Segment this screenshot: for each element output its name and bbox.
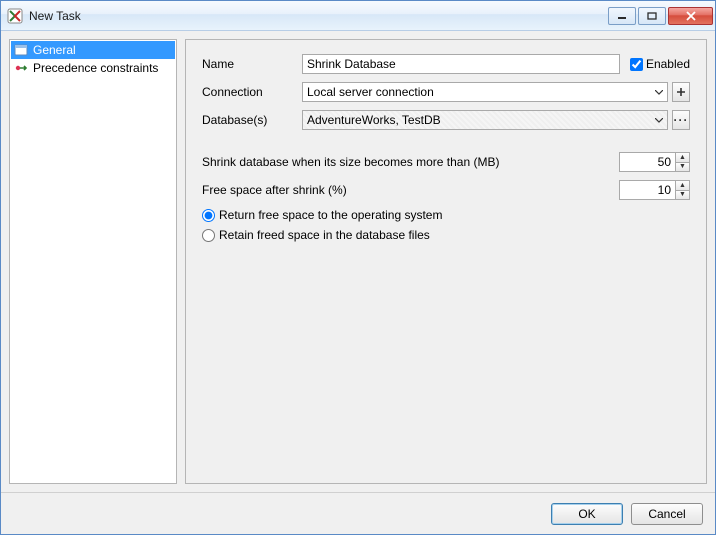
new-task-dialog: New Task General xyxy=(0,0,716,535)
sidebar-item-general[interactable]: General xyxy=(11,41,175,59)
dialog-footer: OK Cancel xyxy=(1,492,715,534)
window-controls xyxy=(608,7,713,25)
spin-up-icon[interactable]: ▲ xyxy=(676,153,689,162)
maximize-button[interactable] xyxy=(638,7,666,25)
radio-retain-free-space[interactable]: Retain freed space in the database files xyxy=(202,228,690,242)
shrink-threshold-input[interactable] xyxy=(619,152,675,172)
chevron-down-icon[interactable] xyxy=(651,111,667,129)
ok-button[interactable]: OK xyxy=(551,503,623,525)
general-panel: Name Enabled Connection Local server con… xyxy=(185,39,707,484)
databases-combo[interactable]: AdventureWorks, TestDB xyxy=(302,110,668,130)
spin-down-icon[interactable]: ▼ xyxy=(676,162,689,172)
sidebar-item-precedence[interactable]: Precedence constraints xyxy=(11,59,175,77)
spin-up-icon[interactable]: ▲ xyxy=(676,181,689,190)
minimize-button[interactable] xyxy=(608,7,636,25)
spin-down-icon[interactable]: ▼ xyxy=(676,190,689,200)
precedence-icon xyxy=(13,60,29,76)
shrink-threshold-spinbox[interactable]: ▲ ▼ xyxy=(619,152,690,172)
general-icon xyxy=(13,42,29,58)
radio-return-input[interactable] xyxy=(202,209,215,222)
name-input[interactable] xyxy=(302,54,620,74)
radio-return-free-space[interactable]: Return free space to the operating syste… xyxy=(202,208,690,222)
radio-retain-input[interactable] xyxy=(202,229,215,242)
sidebar[interactable]: General Precedence constraints xyxy=(9,39,177,484)
add-connection-button[interactable] xyxy=(672,82,690,102)
name-label: Name xyxy=(202,57,302,71)
enabled-checkbox[interactable]: Enabled xyxy=(630,57,690,71)
connection-combo[interactable]: Local server connection xyxy=(302,82,668,102)
free-space-spinbox[interactable]: ▲ ▼ xyxy=(619,180,690,200)
radio-return-label: Return free space to the operating syste… xyxy=(219,208,442,222)
databases-value: AdventureWorks, TestDB xyxy=(307,113,651,127)
sidebar-item-label: Precedence constraints xyxy=(33,61,158,75)
free-space-input[interactable] xyxy=(619,180,675,200)
cancel-button[interactable]: Cancel xyxy=(631,503,703,525)
window-title: New Task xyxy=(29,9,608,23)
close-button[interactable] xyxy=(668,7,713,25)
databases-label: Database(s) xyxy=(202,113,302,127)
free-space-label: Free space after shrink (%) xyxy=(202,183,619,197)
sidebar-item-label: General xyxy=(33,43,76,57)
chevron-down-icon[interactable] xyxy=(651,83,667,101)
browse-databases-button[interactable]: ··· xyxy=(672,110,690,130)
connection-label: Connection xyxy=(202,85,302,99)
titlebar[interactable]: New Task xyxy=(1,1,715,31)
shrink-threshold-label: Shrink database when its size becomes mo… xyxy=(202,155,619,169)
enabled-checkbox-input[interactable] xyxy=(630,58,643,71)
enabled-label: Enabled xyxy=(646,57,690,71)
app-icon xyxy=(7,8,23,24)
radio-retain-label: Retain freed space in the database files xyxy=(219,228,430,242)
connection-value: Local server connection xyxy=(307,85,651,99)
